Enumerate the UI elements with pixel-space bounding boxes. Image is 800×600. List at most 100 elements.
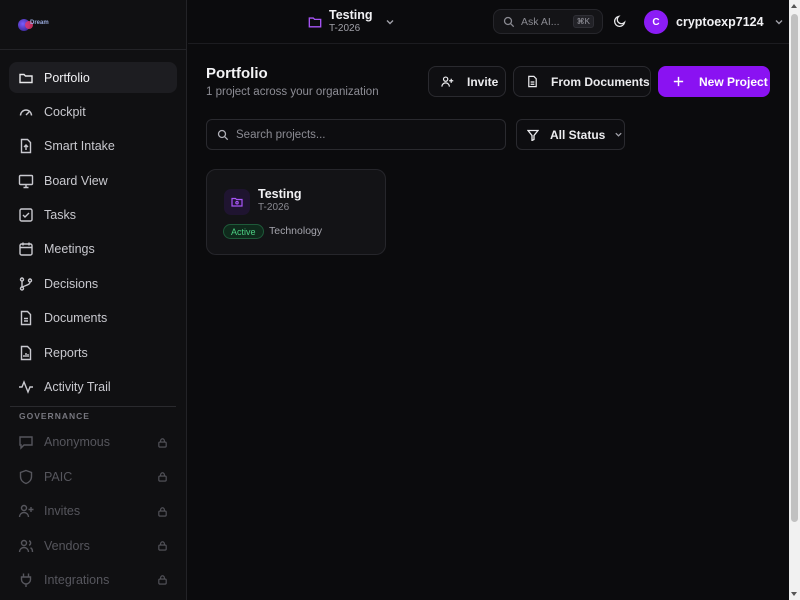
sidebar-item-documents[interactable]: Documents bbox=[9, 303, 177, 334]
document-icon bbox=[20, 311, 32, 326]
top-bar: Testing T-2026 Ask AI... ⌘K C cryptoexp7… bbox=[188, 0, 789, 44]
shortcut-hint: ⌘K bbox=[572, 15, 594, 28]
search-placeholder: Search projects... bbox=[236, 128, 326, 141]
ask-ai-placeholder: Ask AI... bbox=[521, 15, 560, 28]
folder-icon bbox=[308, 16, 322, 27]
git-branch-icon bbox=[19, 277, 33, 291]
project-name: Testing bbox=[329, 8, 373, 22]
from-documents-button[interactable]: From Documents bbox=[513, 66, 651, 97]
sidebar-item-label: Tasks bbox=[44, 208, 76, 223]
folder-icon bbox=[19, 73, 33, 83]
plus-icon bbox=[673, 76, 684, 87]
moon-icon[interactable] bbox=[613, 14, 627, 28]
project-category: Technology bbox=[269, 225, 323, 237]
project-code: T-2026 bbox=[329, 23, 361, 34]
sidebar-item-label: Portfolio bbox=[44, 70, 90, 85]
monitor-icon bbox=[18, 174, 34, 188]
scroll-down-arrow[interactable] bbox=[791, 592, 797, 596]
project-switcher[interactable]: Testing T-2026 bbox=[308, 8, 395, 35]
gauge-icon bbox=[19, 109, 33, 116]
project-icon bbox=[224, 189, 250, 215]
users-icon bbox=[18, 539, 34, 552]
new-project-label: New Project bbox=[699, 74, 768, 89]
project-card-name: Testing bbox=[258, 187, 302, 201]
page-subtitle: 1 project across your organization bbox=[206, 86, 379, 98]
scroll-up-arrow[interactable] bbox=[791, 4, 797, 8]
sidebar-item-label: Meetings bbox=[44, 242, 95, 257]
sidebar-item-label: Invites bbox=[44, 504, 81, 519]
sidebar-item-label: PAIC bbox=[44, 469, 73, 484]
new-project-button[interactable]: New Project bbox=[658, 66, 770, 97]
sidebar-item-vendors[interactable]: Vendors bbox=[9, 530, 177, 561]
app-logo[interactable]: Dream bbox=[16, 16, 49, 34]
sidebar-item-label: Board View bbox=[44, 173, 108, 188]
sidebar-item-reports[interactable]: Reports bbox=[9, 337, 177, 368]
logo-area: Dream bbox=[0, 0, 186, 50]
sidebar-item-portfolio[interactable]: Portfolio bbox=[9, 62, 177, 93]
chat-icon bbox=[19, 436, 33, 451]
page-scrollbar[interactable] bbox=[789, 0, 800, 600]
governance-heading: GOVERNANCE bbox=[19, 410, 90, 421]
invite-label: Invite bbox=[467, 74, 499, 89]
sidebar-item-smart-intake[interactable]: Smart Intake bbox=[9, 131, 177, 162]
sidebar-item-label: Integrations bbox=[44, 572, 110, 587]
sidebar-item-tasks[interactable]: Tasks bbox=[9, 200, 177, 231]
sidebar-item-cockpit[interactable]: Cockpit bbox=[9, 96, 177, 127]
user-plus-icon bbox=[441, 76, 454, 87]
search-icon bbox=[503, 16, 515, 27]
sidebar-item-label: Documents bbox=[44, 311, 108, 326]
sidebar-item-integrations[interactable]: Integrations bbox=[9, 564, 177, 595]
status-filter-value: All Status bbox=[550, 127, 606, 142]
sidebar-item-anonymous[interactable]: Anonymous bbox=[9, 427, 177, 458]
logo-text: Dream bbox=[30, 19, 49, 26]
file-upload-icon bbox=[20, 139, 32, 154]
sidebar-item-paic[interactable]: PAIC bbox=[9, 461, 177, 492]
lock-icon bbox=[158, 541, 167, 551]
sidebar-nav: Portfolio Cockpit Smart Intake Board Vie… bbox=[0, 50, 186, 595]
sidebar-item-invites[interactable]: Invites bbox=[9, 496, 177, 527]
plug-icon bbox=[20, 573, 32, 587]
lock-icon bbox=[158, 575, 167, 586]
username: cryptoexp7124 bbox=[676, 15, 764, 29]
project-card[interactable]: Testing T-2026 Active Technology bbox=[206, 169, 386, 255]
sidebar-item-label: Anonymous bbox=[44, 435, 111, 450]
sidebar-item-activity-trail[interactable]: Activity Trail bbox=[9, 372, 177, 403]
sidebar-item-label: Reports bbox=[44, 345, 88, 360]
lock-icon bbox=[158, 438, 167, 448]
chevron-down-icon bbox=[615, 132, 622, 137]
calendar-icon bbox=[19, 242, 33, 257]
checkbox-icon bbox=[19, 208, 33, 222]
invite-button[interactable]: Invite bbox=[428, 66, 506, 97]
lock-icon bbox=[158, 506, 167, 517]
status-filter-select[interactable]: All Status bbox=[516, 119, 625, 150]
page-title: Portfolio bbox=[206, 65, 268, 82]
search-icon bbox=[217, 129, 229, 140]
scroll-thumb[interactable] bbox=[791, 14, 798, 522]
avatar: C bbox=[644, 10, 668, 34]
shield-icon bbox=[19, 469, 33, 485]
sidebar-item-label: Vendors bbox=[44, 538, 90, 553]
project-card-code: T-2026 bbox=[258, 202, 290, 213]
chevron-down-icon bbox=[775, 20, 783, 25]
chart-file-icon bbox=[20, 345, 32, 360]
sidebar-item-label: Cockpit bbox=[44, 104, 86, 119]
folder-icon bbox=[231, 197, 243, 207]
filter-icon bbox=[527, 129, 539, 141]
sidebar-item-meetings[interactable]: Meetings bbox=[9, 234, 177, 265]
sidebar-item-label: Smart Intake bbox=[44, 139, 115, 154]
activity-icon bbox=[19, 380, 33, 394]
status-badge: Active bbox=[223, 224, 264, 239]
sidebar-item-label: Activity Trail bbox=[44, 380, 111, 395]
user-menu[interactable]: C cryptoexp7124 bbox=[644, 10, 784, 34]
ask-ai-search[interactable]: Ask AI... ⌘K bbox=[493, 9, 603, 34]
sidebar-item-decisions[interactable]: Decisions bbox=[9, 268, 177, 299]
search-projects-input[interactable]: Search projects... bbox=[206, 119, 506, 150]
document-icon bbox=[528, 75, 537, 88]
sidebar-item-board-view[interactable]: Board View bbox=[9, 165, 177, 196]
user-plus-icon bbox=[18, 504, 34, 518]
lock-icon bbox=[158, 472, 167, 482]
sidebar: Dream Portfolio Cockpit Smart Intake Boa… bbox=[0, 0, 187, 600]
chevron-down-icon bbox=[386, 19, 394, 24]
from-documents-label: From Documents bbox=[551, 74, 650, 89]
sidebar-item-label: Decisions bbox=[44, 276, 99, 291]
